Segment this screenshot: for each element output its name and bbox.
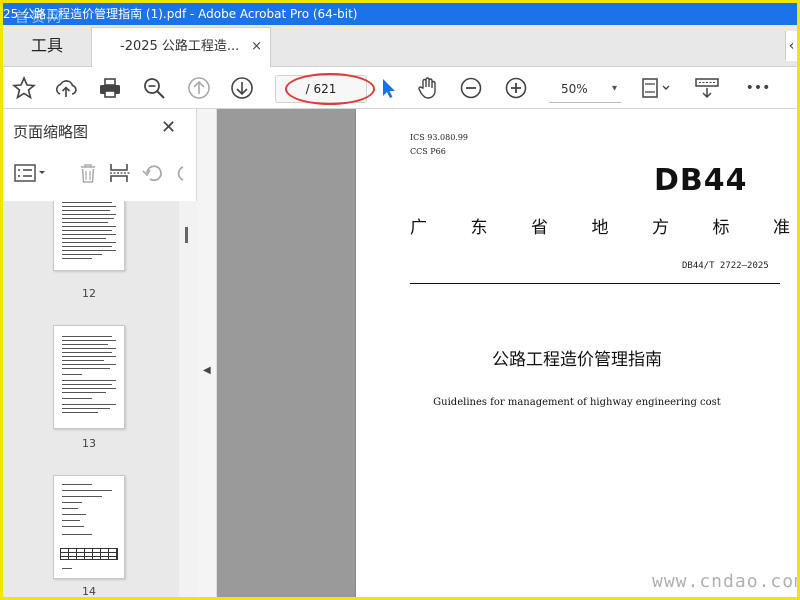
panel-toolbar [3,153,197,193]
app-window: 25 公路工程造价管理指南 (1).pdf - Adobe Acrobat Pr… [3,3,797,597]
divider [410,283,780,284]
rotate-right-icon[interactable] [171,161,189,185]
page-up-icon[interactable] [186,75,212,101]
tab-bar: 工具 -2025 公路工程造... × ‹ [3,25,797,67]
scroll-mode-icon[interactable] [693,75,721,101]
heading-char: 准 [773,218,790,238]
document-page: ICS 93.080.99 CCS P66 DB44 广 东 省 地 方 标 准… [355,109,797,597]
trash-icon[interactable] [75,161,101,185]
insert-page-icon[interactable] [107,161,133,185]
page-thumbnail[interactable] [53,201,125,271]
page-fit-icon[interactable] [639,75,673,101]
select-pointer-icon[interactable] [375,75,401,101]
heading-char: 方 [652,218,669,238]
thumbnail-label: 13 [82,437,96,450]
thumbnail-label: 12 [82,287,96,300]
heading-char: 标 [712,218,730,238]
watermark-text: 首赞网 [15,10,63,26]
heading-char: 省 [531,218,548,238]
chevron-down-icon: ▾ [611,83,617,94]
heading-char: 广 [410,218,427,238]
zoom-out-icon[interactable] [458,75,484,101]
ccs-code: CCS P66 [410,147,446,156]
ics-code: ICS 93.080.99 [410,133,469,142]
print-icon[interactable] [97,75,123,101]
zoom-in-icon[interactable] [503,75,529,101]
document-title-en: Guidelines for management of highway eng… [433,397,721,408]
heading-char: 东 [470,218,488,238]
zoom-level-select[interactable]: 50% ▾ [549,75,621,103]
standard-mark: DB44 [654,163,748,198]
close-icon[interactable]: × [251,28,262,66]
thumbnail-list: 12 13 14 [3,201,179,597]
bookmark-star-icon[interactable] [11,75,37,101]
tab-tools[interactable]: 工具 [3,25,91,67]
main-toolbar: / 621 50% ▾ ••• [3,67,797,109]
scrollbar-thumb[interactable] [185,227,188,243]
upload-cloud-icon[interactable] [53,75,79,101]
tab-scroll-button[interactable]: ‹ [785,31,797,61]
zoom-value: 50% [561,82,588,96]
panel-collapse-strip[interactable]: ◀ [197,109,217,597]
hand-icon[interactable] [415,75,441,101]
thumbnail-label: 14 [82,585,96,597]
page-thumbnail[interactable] [53,475,125,579]
rotate-left-icon[interactable] [141,161,167,185]
thumbnail-panel: 页面缩略图 ✕ 12 13 14 [3,109,197,597]
collapse-arrow-icon[interactable]: ◀ [203,365,211,376]
more-icon[interactable]: ••• [743,75,773,101]
page-thumbnail[interactable] [53,325,125,429]
panel-title: 页面缩略图 [13,123,89,141]
standard-category-heading: 广 东 省 地 方 标 准 [410,213,790,238]
highlight-annotation [285,73,375,105]
window-title-bar: 25 公路工程造价管理指南 (1).pdf - Adobe Acrobat Pr… [3,3,797,25]
viewer-background [217,109,355,597]
thumbnail-options-icon[interactable] [13,161,49,185]
document-title-cn: 公路工程造价管理指南 [492,350,662,370]
tab-document-label: -2025 公路工程造... [120,39,240,54]
close-icon[interactable]: ✕ [161,117,176,138]
site-watermark: www.cndao.com [652,571,797,592]
thumbnail-scrollbar[interactable] [179,201,197,597]
page-down-icon[interactable] [229,75,255,101]
tab-document[interactable]: -2025 公路工程造... × [91,27,271,67]
search-zoom-icon[interactable] [141,75,167,101]
heading-char: 地 [591,218,609,238]
standard-number: DB44/T 2722—2025 [682,261,769,271]
